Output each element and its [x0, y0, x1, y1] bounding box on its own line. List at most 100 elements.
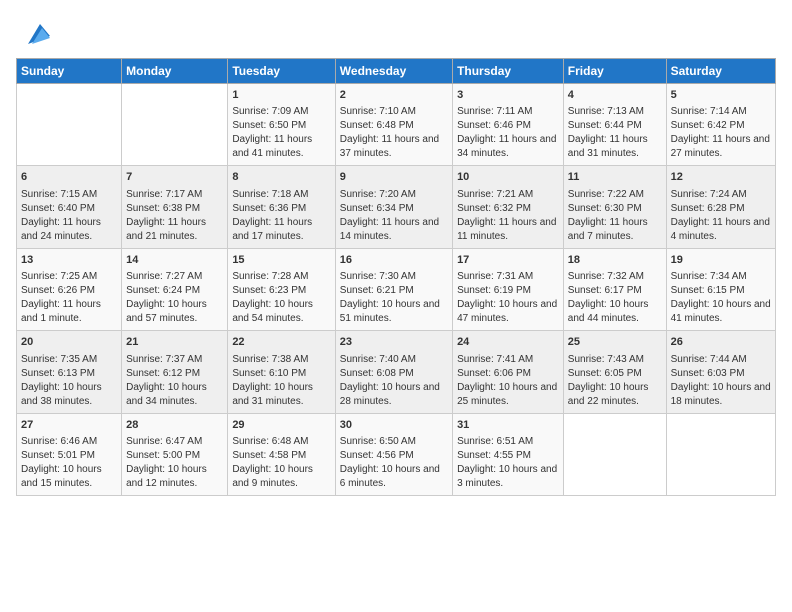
day-of-week-header: Saturday — [666, 59, 775, 84]
calendar-cell: 29Sunrise: 6:48 AM Sunset: 4:58 PM Dayli… — [228, 413, 335, 495]
day-info: Sunrise: 7:11 AM Sunset: 6:46 PM Dayligh… — [457, 106, 556, 159]
day-info: Sunrise: 7:35 AM Sunset: 6:13 PM Dayligh… — [21, 354, 102, 407]
day-number: 4 — [568, 88, 662, 103]
calendar-week-row: 27 Sunrise: 6:46 AM Sunset: 5:01 PM Dayli… — [17, 413, 776, 495]
day-number: 7 — [126, 170, 223, 185]
calendar-cell: 15 Sunrise: 7:28 AM Sunset: 6:23 PM Dayli… — [228, 248, 335, 330]
day-info: Sunrise: 7:25 AM Sunset: 6:26 PM Dayligh… — [21, 271, 101, 324]
day-number: 18 — [568, 253, 662, 268]
day-info: Sunrise: 7:37 AM Sunset: 6:12 PM Dayligh… — [126, 354, 207, 407]
day-of-week-header: Wednesday — [335, 59, 452, 84]
day-info: Sunrise: 7:20 AM Sunset: 6:34 PM Dayligh… — [340, 189, 439, 242]
calendar-table: SundayMondayTuesdayWednesdayThursdayFrid… — [16, 58, 776, 496]
day-number: 31 — [457, 418, 559, 433]
day-info: Sunrise: 7:13 AM Sunset: 6:44 PM Dayligh… — [568, 106, 648, 159]
day-number: 5 — [671, 88, 771, 103]
day-number: 28 — [126, 418, 223, 433]
day-info: Sunrise: 7:43 AM Sunset: 6:05 PM Dayligh… — [568, 354, 649, 407]
day-info: Sunrise: 6:46 AM Sunset: 5:01 PM Dayligh… — [21, 436, 102, 489]
day-number: 15 — [232, 253, 330, 268]
day-number: 30 — [340, 418, 448, 433]
calendar-cell: 20Sunrise: 7:35 AM Sunset: 6:13 PM Dayli… — [17, 331, 122, 413]
day-number: 25 — [568, 335, 662, 350]
day-number: 19 — [671, 253, 771, 268]
logo-icon — [18, 16, 50, 48]
calendar-cell: 6 Sunrise: 7:15 AM Sunset: 6:40 PM Daylig… — [17, 166, 122, 248]
day-info: Sunrise: 7:44 AM Sunset: 6:03 PM Dayligh… — [671, 354, 771, 407]
day-info: Sunrise: 7:22 AM Sunset: 6:30 PM Dayligh… — [568, 189, 648, 242]
calendar-week-row: 6 Sunrise: 7:15 AM Sunset: 6:40 PM Daylig… — [17, 166, 776, 248]
logo — [16, 16, 50, 48]
day-info: Sunrise: 7:17 AM Sunset: 6:38 PM Dayligh… — [126, 189, 206, 242]
day-number: 26 — [671, 335, 771, 350]
calendar-cell — [666, 413, 775, 495]
day-number: 13 — [21, 253, 117, 268]
calendar-cell: 9 Sunrise: 7:20 AM Sunset: 6:34 PM Daylig… — [335, 166, 452, 248]
calendar-cell: 10 Sunrise: 7:21 AM Sunset: 6:32 PM Dayli… — [453, 166, 564, 248]
day-info: Sunrise: 7:32 AM Sunset: 6:17 PM Dayligh… — [568, 271, 649, 324]
calendar-cell: 30 Sunrise: 6:50 AM Sunset: 4:56 PM Dayli… — [335, 413, 452, 495]
calendar-cell: 24 Sunrise: 7:41 AM Sunset: 6:06 PM Dayli… — [453, 331, 564, 413]
day-info: Sunrise: 7:41 AM Sunset: 6:06 PM Dayligh… — [457, 354, 557, 407]
day-info: Sunrise: 7:40 AM Sunset: 6:08 PM Dayligh… — [340, 354, 440, 407]
calendar-cell: 28Sunrise: 6:47 AM Sunset: 5:00 PM Dayli… — [122, 413, 228, 495]
day-number: 12 — [671, 170, 771, 185]
day-info: Sunrise: 7:10 AM Sunset: 6:48 PM Dayligh… — [340, 106, 439, 159]
day-number: 17 — [457, 253, 559, 268]
day-number: 16 — [340, 253, 448, 268]
calendar-cell: 21 Sunrise: 7:37 AM Sunset: 6:12 PM Dayli… — [122, 331, 228, 413]
calendar-cell: 11 Sunrise: 7:22 AM Sunset: 6:30 PM Dayli… — [563, 166, 666, 248]
calendar-cell: 13 Sunrise: 7:25 AM Sunset: 6:26 PM Dayli… — [17, 248, 122, 330]
calendar-cell: 1Sunrise: 7:09 AM Sunset: 6:50 PM Daylig… — [228, 84, 335, 166]
calendar-week-row: 20Sunrise: 7:35 AM Sunset: 6:13 PM Dayli… — [17, 331, 776, 413]
day-of-week-header: Monday — [122, 59, 228, 84]
calendar-cell: 3 Sunrise: 7:11 AM Sunset: 6:46 PM Daylig… — [453, 84, 564, 166]
calendar-header-row: SundayMondayTuesdayWednesdayThursdayFrid… — [17, 59, 776, 84]
day-number: 6 — [21, 170, 117, 185]
day-number: 11 — [568, 170, 662, 185]
day-number: 10 — [457, 170, 559, 185]
day-number: 29 — [232, 418, 330, 433]
calendar-cell: 23Sunrise: 7:40 AM Sunset: 6:08 PM Dayli… — [335, 331, 452, 413]
calendar-cell — [17, 84, 122, 166]
day-of-week-header: Thursday — [453, 59, 564, 84]
day-info: Sunrise: 7:14 AM Sunset: 6:42 PM Dayligh… — [671, 106, 770, 159]
day-info: Sunrise: 7:38 AM Sunset: 6:10 PM Dayligh… — [232, 354, 313, 407]
day-number: 8 — [232, 170, 330, 185]
calendar-week-row: 1Sunrise: 7:09 AM Sunset: 6:50 PM Daylig… — [17, 84, 776, 166]
day-info: Sunrise: 7:30 AM Sunset: 6:21 PM Dayligh… — [340, 271, 440, 324]
day-info: Sunrise: 7:34 AM Sunset: 6:15 PM Dayligh… — [671, 271, 771, 324]
calendar-cell: 31 Sunrise: 6:51 AM Sunset: 4:55 PM Dayli… — [453, 413, 564, 495]
day-info: Sunrise: 7:21 AM Sunset: 6:32 PM Dayligh… — [457, 189, 556, 242]
day-info: Sunrise: 7:28 AM Sunset: 6:23 PM Dayligh… — [232, 271, 313, 324]
calendar-cell: 22Sunrise: 7:38 AM Sunset: 6:10 PM Dayli… — [228, 331, 335, 413]
day-of-week-header: Tuesday — [228, 59, 335, 84]
calendar-cell: 18 Sunrise: 7:32 AM Sunset: 6:17 PM Dayli… — [563, 248, 666, 330]
day-info: Sunrise: 7:18 AM Sunset: 6:36 PM Dayligh… — [232, 189, 312, 242]
day-number: 9 — [340, 170, 448, 185]
day-info: Sunrise: 7:31 AM Sunset: 6:19 PM Dayligh… — [457, 271, 557, 324]
day-number: 21 — [126, 335, 223, 350]
day-number: 24 — [457, 335, 559, 350]
day-info: Sunrise: 6:50 AM Sunset: 4:56 PM Dayligh… — [340, 436, 440, 489]
day-number: 14 — [126, 253, 223, 268]
day-info: Sunrise: 6:51 AM Sunset: 4:55 PM Dayligh… — [457, 436, 557, 489]
calendar-cell: 14 Sunrise: 7:27 AM Sunset: 6:24 PM Dayli… — [122, 248, 228, 330]
calendar-cell: 2 Sunrise: 7:10 AM Sunset: 6:48 PM Daylig… — [335, 84, 452, 166]
day-info: Sunrise: 7:27 AM Sunset: 6:24 PM Dayligh… — [126, 271, 207, 324]
day-of-week-header: Sunday — [17, 59, 122, 84]
calendar-cell — [122, 84, 228, 166]
calendar-cell: 8 Sunrise: 7:18 AM Sunset: 6:36 PM Daylig… — [228, 166, 335, 248]
calendar-week-row: 13 Sunrise: 7:25 AM Sunset: 6:26 PM Dayli… — [17, 248, 776, 330]
calendar-cell: 25 Sunrise: 7:43 AM Sunset: 6:05 PM Dayli… — [563, 331, 666, 413]
day-number: 3 — [457, 88, 559, 103]
calendar-cell: 5 Sunrise: 7:14 AM Sunset: 6:42 PM Daylig… — [666, 84, 775, 166]
day-number: 2 — [340, 88, 448, 103]
calendar-cell: 7 Sunrise: 7:17 AM Sunset: 6:38 PM Daylig… — [122, 166, 228, 248]
calendar-cell: 27 Sunrise: 6:46 AM Sunset: 5:01 PM Dayli… — [17, 413, 122, 495]
calendar-cell: 4 Sunrise: 7:13 AM Sunset: 6:44 PM Daylig… — [563, 84, 666, 166]
day-info: Sunrise: 7:15 AM Sunset: 6:40 PM Dayligh… — [21, 189, 101, 242]
day-info: Sunrise: 7:09 AM Sunset: 6:50 PM Dayligh… — [232, 106, 312, 159]
page-header — [16, 16, 776, 48]
day-number: 27 — [21, 418, 117, 433]
